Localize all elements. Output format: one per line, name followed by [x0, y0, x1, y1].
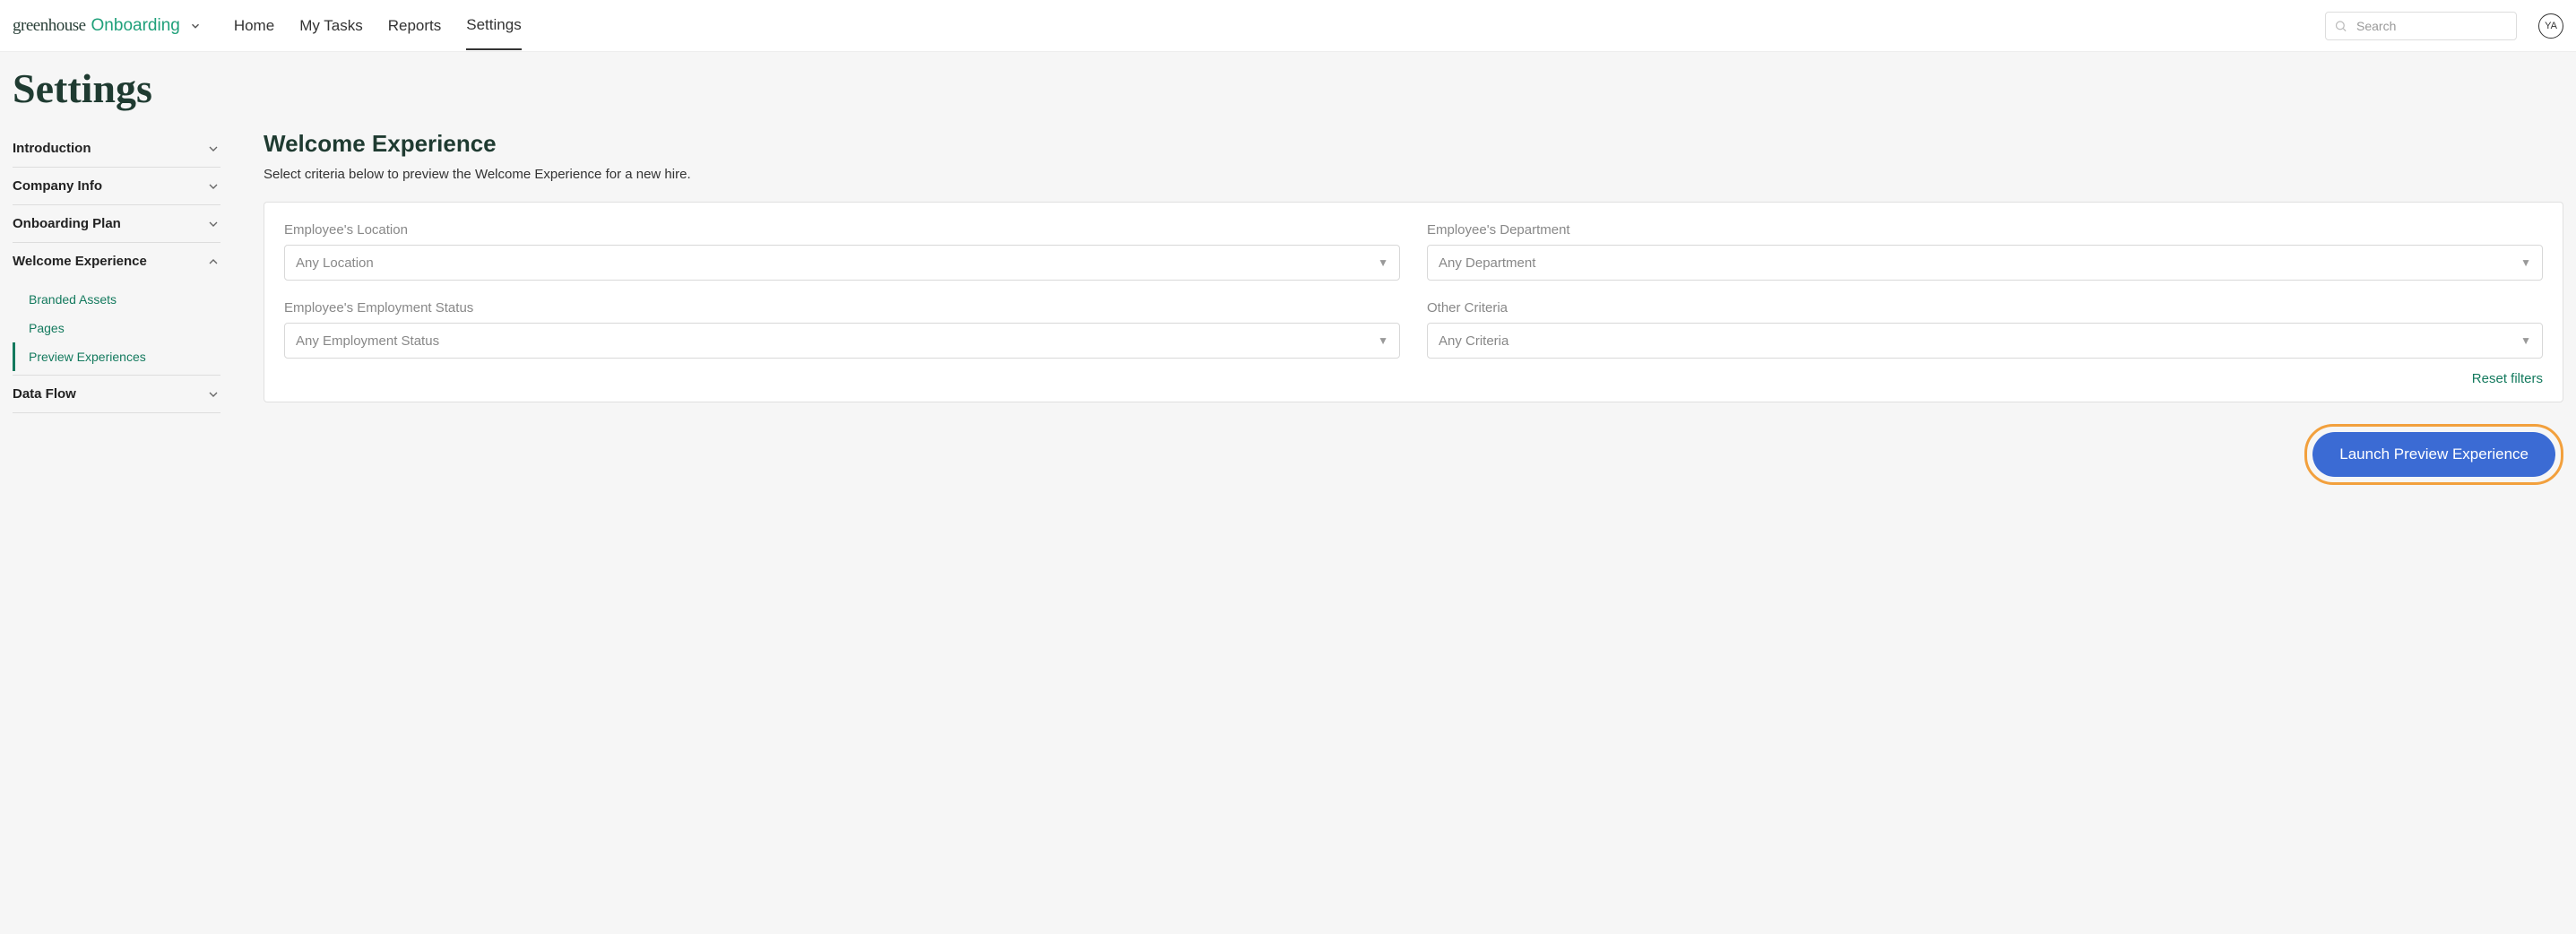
sidebar-item-label: Company Info: [13, 178, 102, 194]
field-label: Other Criteria: [1427, 300, 2543, 316]
sidebar-sub-preview-experiences[interactable]: Preview Experiences: [13, 342, 220, 371]
select-value: Any Employment Status: [296, 333, 439, 349]
sidebar-submenu-welcome-experience: Branded Assets Pages Preview Experiences: [13, 280, 220, 376]
chevron-down-icon: [206, 142, 220, 156]
select-value: Any Department: [1439, 255, 1535, 271]
chevron-down-icon: [206, 217, 220, 231]
sidebar-item-label: Data Flow: [13, 386, 76, 402]
avatar-initials: YA: [2545, 21, 2557, 31]
search-icon: [2334, 19, 2347, 32]
field-label: Employee's Location: [284, 222, 1400, 238]
sidebar-item-label: Introduction: [13, 141, 91, 156]
field-employment-status: Employee's Employment Status Any Employm…: [284, 300, 1400, 359]
sidebar-item-introduction[interactable]: Introduction: [13, 130, 220, 168]
sidebar-item-data-flow[interactable]: Data Flow: [13, 376, 220, 413]
search-input[interactable]: [2325, 12, 2517, 40]
nav-home[interactable]: Home: [234, 3, 274, 49]
launch-preview-button[interactable]: Launch Preview Experience: [2312, 432, 2555, 477]
caret-down-icon: ▼: [2520, 334, 2531, 347]
top-nav: greenhouse Onboarding Home My Tasks Repo…: [0, 0, 2576, 52]
launch-highlight-box: Launch Preview Experience: [2304, 424, 2563, 485]
nav-my-tasks[interactable]: My Tasks: [299, 3, 363, 49]
reset-filters-link[interactable]: Reset filters: [2472, 371, 2543, 386]
chevron-down-icon: [206, 387, 220, 402]
field-other-criteria: Other Criteria Any Criteria ▼: [1427, 300, 2543, 359]
other-criteria-select[interactable]: Any Criteria ▼: [1427, 323, 2543, 359]
sidebar-sub-branded-assets[interactable]: Branded Assets: [13, 285, 220, 314]
caret-down-icon: ▼: [1378, 256, 1388, 269]
brand-switcher[interactable]: greenhouse Onboarding: [13, 16, 202, 36]
sidebar-item-onboarding-plan[interactable]: Onboarding Plan: [13, 205, 220, 243]
select-value: Any Location: [296, 255, 374, 271]
field-label: Employee's Employment Status: [284, 300, 1400, 316]
caret-down-icon: ▼: [2520, 256, 2531, 269]
brand-greenhouse-text: greenhouse: [13, 16, 86, 36]
page-body: Settings Introduction Company Info Onboa…: [0, 52, 2576, 521]
field-label: Employee's Department: [1427, 222, 2543, 238]
filter-card: Employee's Location Any Location ▼ Emplo…: [264, 202, 2563, 402]
brand-onboarding-text: Onboarding: [91, 16, 180, 36]
sidebar-item-welcome-experience[interactable]: Welcome Experience: [13, 243, 220, 280]
caret-down-icon: ▼: [1378, 334, 1388, 347]
sidebar-item-label: Welcome Experience: [13, 254, 147, 269]
nav-reports[interactable]: Reports: [388, 3, 442, 49]
chevron-down-icon: [189, 20, 202, 32]
nav-settings[interactable]: Settings: [466, 2, 521, 50]
section-title: Welcome Experience: [264, 130, 2563, 158]
section-description: Select criteria below to preview the Wel…: [264, 167, 2563, 182]
search-container: [2325, 12, 2517, 40]
select-value: Any Criteria: [1439, 333, 1508, 349]
sidebar-item-label: Onboarding Plan: [13, 216, 121, 231]
sidebar-item-company-info[interactable]: Company Info: [13, 168, 220, 205]
page-title: Settings: [13, 65, 2563, 112]
employment-status-select[interactable]: Any Employment Status ▼: [284, 323, 1400, 359]
department-select[interactable]: Any Department ▼: [1427, 245, 2543, 281]
chevron-up-icon: [206, 255, 220, 269]
field-location: Employee's Location Any Location ▼: [284, 222, 1400, 281]
location-select[interactable]: Any Location ▼: [284, 245, 1400, 281]
chevron-down-icon: [206, 179, 220, 194]
settings-sidebar: Introduction Company Info Onboarding Pla…: [13, 130, 220, 413]
main-content: Welcome Experience Select criteria below…: [264, 130, 2563, 485]
field-department: Employee's Department Any Department ▼: [1427, 222, 2543, 281]
avatar[interactable]: YA: [2538, 13, 2563, 39]
nav-links: Home My Tasks Reports Settings: [234, 2, 522, 50]
sidebar-sub-pages[interactable]: Pages: [13, 314, 220, 342]
